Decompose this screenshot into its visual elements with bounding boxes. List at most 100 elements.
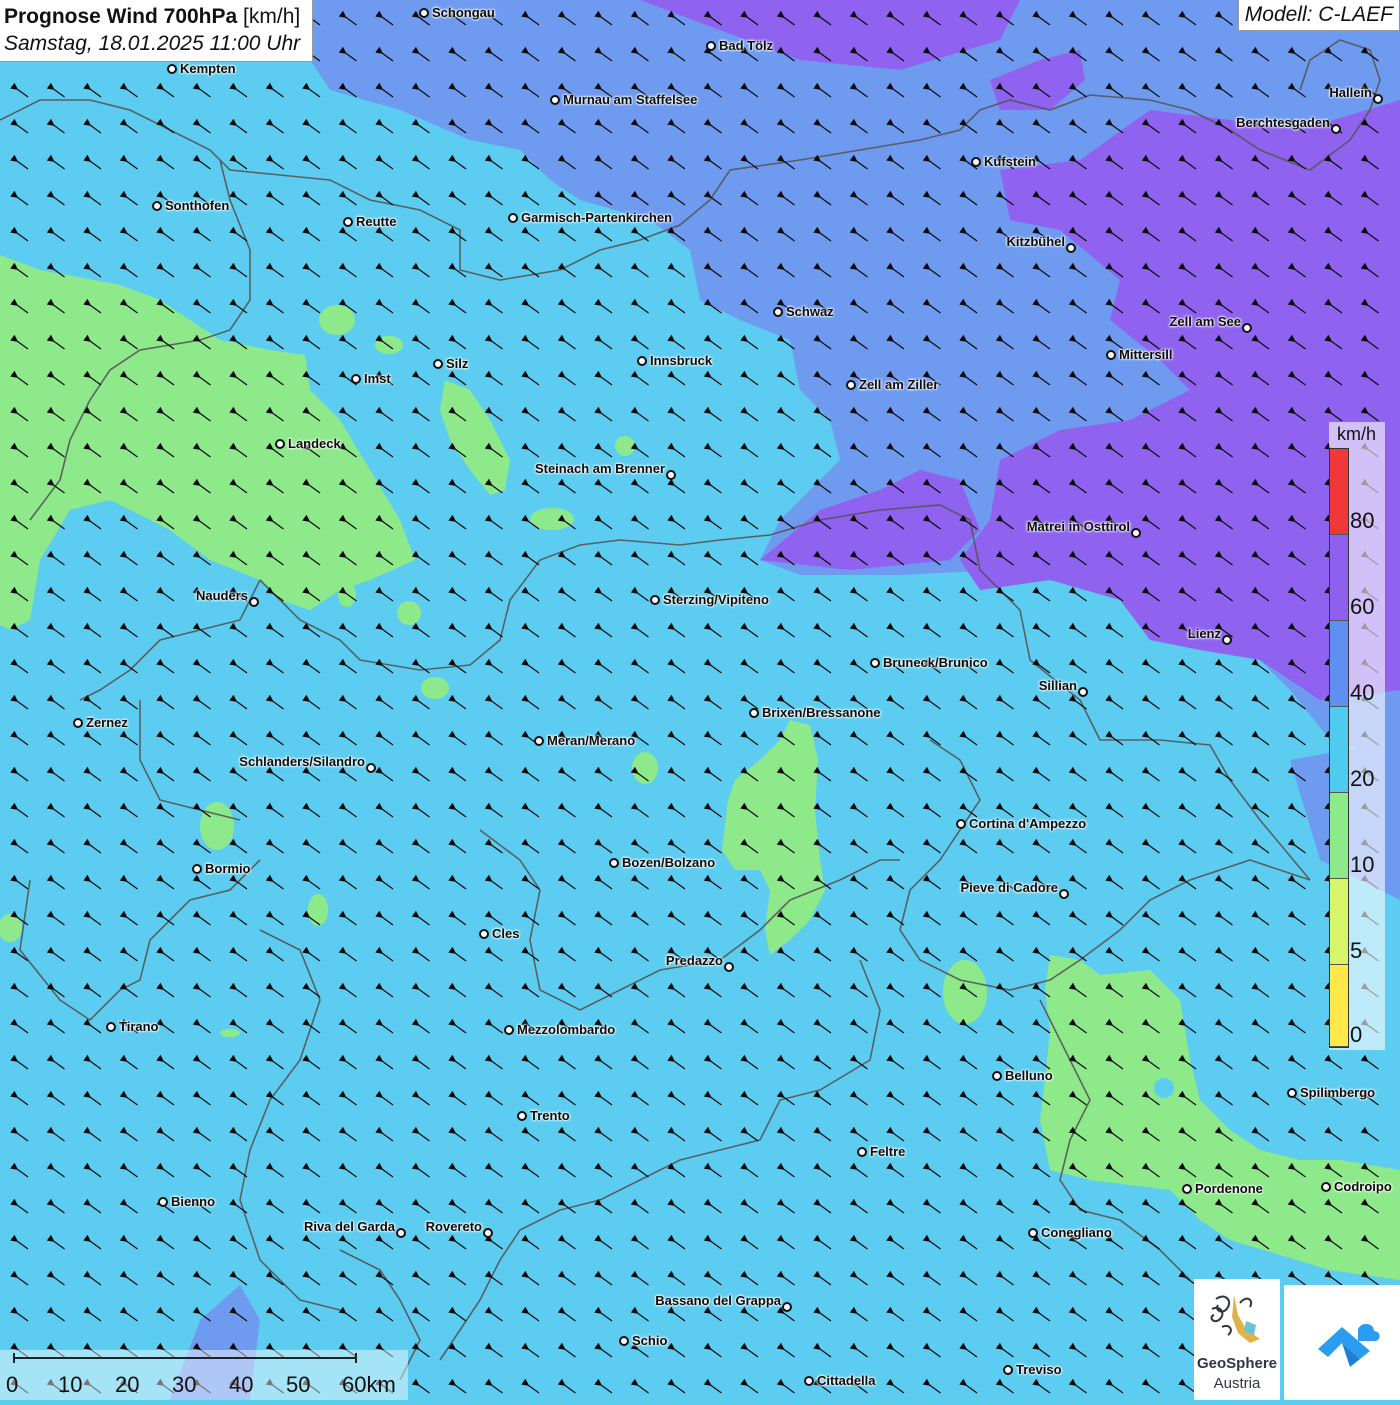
city-marker-43: [1321, 1182, 1331, 1192]
city-label: Cles: [492, 926, 520, 941]
city-label: Predazzo: [665, 953, 723, 968]
city-label: Cittadella: [817, 1373, 876, 1388]
city-label: Sterzing/Vipiteno: [663, 592, 769, 607]
city-label: Imst: [364, 371, 391, 386]
city-label: Murnau am Staffelsee: [563, 92, 698, 107]
legend-tick-0: 0: [1350, 1022, 1363, 1047]
city-label: Garmisch-Partenkirchen: [521, 210, 673, 225]
scale-bar: 0 10 20 30 40 50 60km: [0, 1350, 408, 1400]
city-marker-23: [1222, 635, 1232, 645]
city-label: Bruneck/Brunico: [883, 655, 988, 670]
scale-label-50: 50: [286, 1372, 311, 1397]
city-label: Bassano del Grappa: [655, 1293, 781, 1308]
city-marker-34: [479, 929, 489, 939]
city-label: Kufstein: [984, 154, 1036, 169]
city-label: Matrei in Osttirol: [1026, 519, 1130, 534]
color-legend: km/h 80 60 40 20 10 5 0: [1329, 422, 1385, 1050]
city-marker-12: [1242, 323, 1252, 333]
city-marker-11: [773, 307, 783, 317]
app-logo-icon: [1318, 1323, 1380, 1367]
legend-tick-60: 60: [1350, 594, 1375, 619]
city-marker-7: [152, 201, 162, 211]
legend-seg-40: [1330, 621, 1348, 707]
city-marker-10: [1066, 243, 1076, 253]
map-title-box: Prognose Wind 700hPa [km/h] Samstag, 18.…: [0, 0, 314, 62]
legend-color-bar: [1329, 448, 1349, 1048]
legend-seg-0: [1330, 965, 1348, 1047]
forecast-datetime: Samstag, 18.01.2025 11:00 Uhr: [4, 32, 301, 55]
city-label: Steinach am Brenner: [534, 461, 665, 476]
city-marker-3: [550, 95, 560, 105]
city-label: Brixen/Bressanone: [762, 705, 881, 720]
legend-tick-20: 20: [1350, 766, 1375, 791]
city-marker-1: [706, 41, 716, 51]
city-marker-48: [782, 1302, 792, 1312]
scale-label-60: 60km: [342, 1372, 396, 1397]
city-marker-37: [504, 1025, 514, 1035]
city-label: Trento: [530, 1108, 570, 1123]
city-marker-24: [870, 658, 880, 668]
city-marker-14: [637, 356, 647, 366]
scale-label-40: 40: [229, 1372, 254, 1397]
city-label: Schlanders/Silandro: [239, 754, 365, 769]
map-title-unit: [km/h]: [243, 5, 301, 28]
city-label: Schwaz: [786, 304, 834, 319]
city-label: Reutte: [356, 214, 397, 229]
legend-seg-80: [1330, 449, 1348, 535]
city-marker-21: [249, 597, 259, 607]
city-marker-35: [724, 962, 734, 972]
city-marker-49: [619, 1336, 629, 1346]
city-marker-31: [609, 858, 619, 868]
city-marker-40: [517, 1111, 527, 1121]
city-label: Riva del Garda: [303, 1219, 395, 1234]
city-marker-50: [1003, 1365, 1013, 1375]
legend-tick-5: 5: [1350, 938, 1363, 963]
city-marker-4: [1373, 94, 1383, 104]
city-marker-46: [483, 1228, 493, 1238]
city-marker-18: [275, 439, 285, 449]
city-label: Schio: [632, 1333, 668, 1348]
scale-label-0: 0: [6, 1372, 19, 1397]
legend-tick-40: 40: [1350, 680, 1375, 705]
city-marker-39: [1287, 1088, 1297, 1098]
city-marker-47: [1028, 1228, 1038, 1238]
logo-name: GeoSphere: [1196, 1355, 1278, 1372]
city-marker-13: [1106, 350, 1116, 360]
city-marker-41: [857, 1147, 867, 1157]
model-label: Modell: C-LAEF: [1237, 0, 1399, 31]
city-marker-36: [106, 1022, 116, 1032]
map-title: Prognose Wind 700hPa [km/h]: [4, 3, 300, 30]
app-logo: [1284, 1285, 1400, 1400]
city-marker-20: [1131, 528, 1141, 538]
legend-seg-60: [1330, 535, 1348, 621]
legend-tick-10: 10: [1350, 852, 1375, 877]
city-label: Spilimbergo: [1300, 1085, 1376, 1100]
city-label: Codroipo: [1334, 1179, 1392, 1194]
city-label: Bienno: [171, 1194, 216, 1209]
legend-tick-80: 80: [1350, 508, 1375, 533]
scale-label-10: 10: [58, 1372, 83, 1397]
legend-seg-20: [1330, 707, 1348, 793]
geosphere-logo-icon: [1210, 1295, 1260, 1343]
city-label: Sillian: [1038, 678, 1077, 693]
city-label: Zell am See: [1169, 314, 1241, 329]
city-label: Bozen/Bolzano: [622, 855, 716, 870]
city-label: Mittersill: [1119, 347, 1173, 362]
city-marker-6: [971, 157, 981, 167]
city-marker-32: [192, 864, 202, 874]
city-marker-30: [956, 819, 966, 829]
city-label: Tirano: [119, 1019, 159, 1034]
city-label: Berchtesgaden: [1236, 115, 1330, 130]
city-marker-27: [73, 718, 83, 728]
city-label: Schongau: [432, 5, 495, 20]
city-label: Sonthofen: [165, 198, 230, 213]
city-label: Cortina d'Ampezzo: [969, 816, 1087, 831]
city-marker-26: [749, 708, 759, 718]
city-marker-15: [433, 359, 443, 369]
city-label: Hallein: [1329, 85, 1372, 100]
city-label: Innsbruck: [650, 353, 713, 368]
city-label: Feltre: [870, 1144, 906, 1159]
city-marker-16: [351, 374, 361, 384]
city-marker-51: [804, 1376, 814, 1386]
city-label: Landeck: [288, 436, 341, 451]
